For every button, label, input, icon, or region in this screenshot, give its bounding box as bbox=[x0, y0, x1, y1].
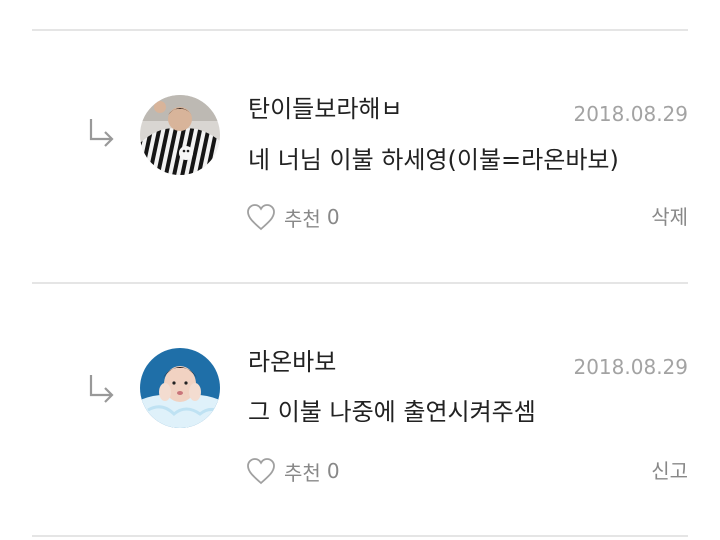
comment-reply: 탄이들보라해ㅂ 2018.08.29 네 너님 이불 하세영(이불=라온바보) … bbox=[0, 29, 720, 279]
like-label: 추천 bbox=[284, 206, 321, 231]
like-count: 0 bbox=[326, 459, 340, 483]
reply-arrow-icon bbox=[86, 117, 116, 147]
report-button[interactable]: 신고 bbox=[651, 457, 688, 485]
heart-outline-icon bbox=[246, 457, 276, 485]
comment-text: 네 너님 이불 하세영(이불=라온바보) bbox=[248, 146, 619, 174]
like-label: 추천 bbox=[284, 460, 321, 485]
heart-outline-icon bbox=[246, 203, 276, 231]
comment-date: 2018.08.29 bbox=[573, 355, 688, 379]
avatar[interactable] bbox=[140, 348, 220, 428]
comment-date: 2018.08.29 bbox=[573, 102, 688, 126]
comment-reply: 라온바보 2018.08.29 그 이불 나중에 출연시켜주셈 추천 0 신고 bbox=[0, 282, 720, 532]
avatar[interactable] bbox=[140, 95, 220, 175]
like-button[interactable]: 추천 0 bbox=[246, 454, 340, 488]
like-count: 0 bbox=[326, 205, 340, 229]
reply-arrow-icon bbox=[86, 373, 116, 403]
delete-button[interactable]: 삭제 bbox=[651, 203, 688, 231]
comment-author[interactable]: 라온바보 bbox=[248, 348, 336, 376]
like-button[interactable]: 추천 0 bbox=[246, 200, 340, 234]
comment-text: 그 이불 나중에 출연시켜주셈 bbox=[248, 398, 536, 426]
comment-author[interactable]: 탄이들보라해ㅂ bbox=[248, 95, 403, 123]
divider-bottom bbox=[32, 535, 688, 537]
